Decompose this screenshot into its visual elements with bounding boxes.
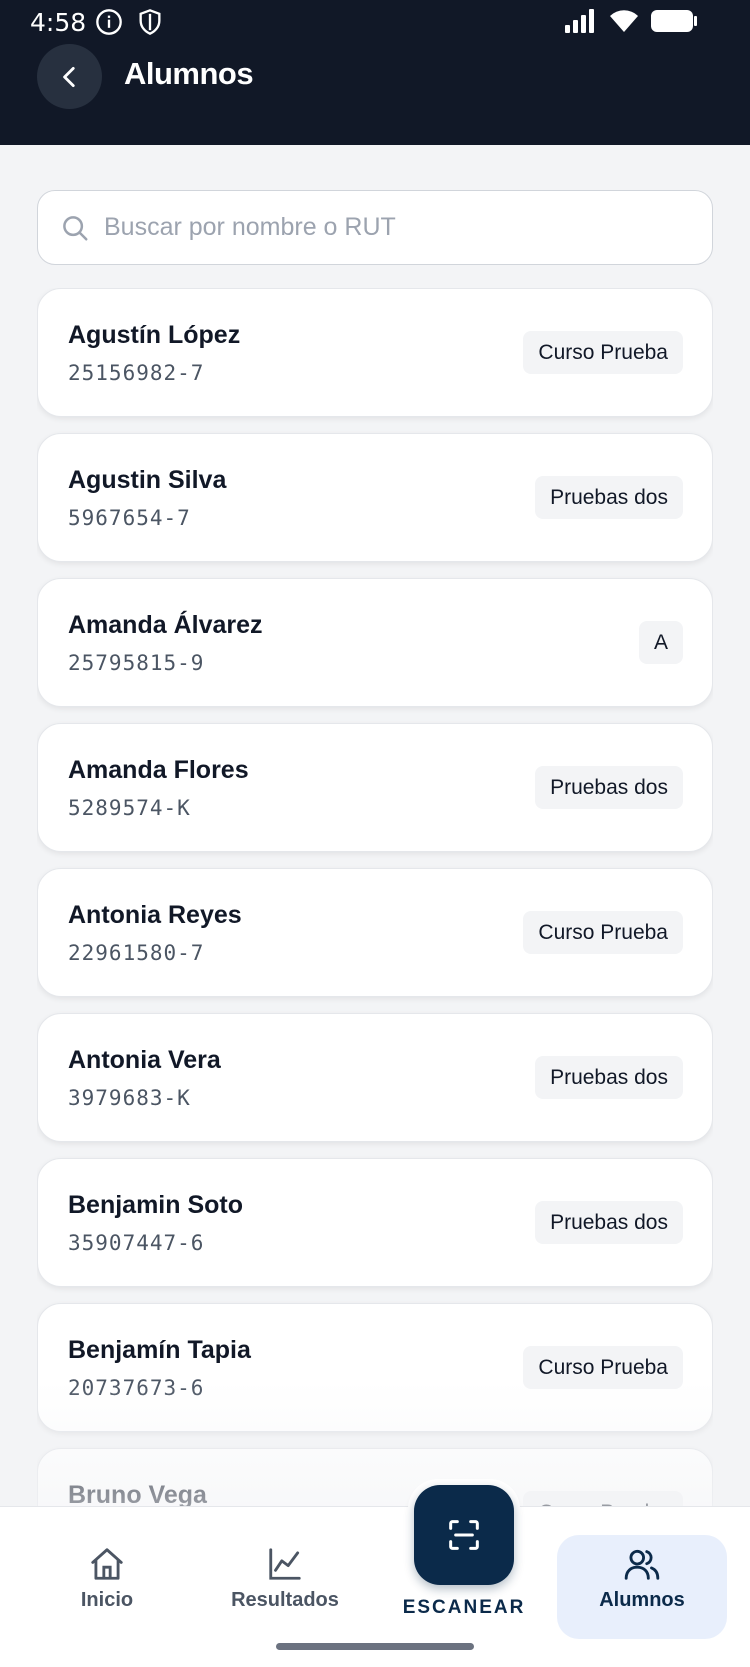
student-card[interactable]: Amanda Álvarez 25795815-9 A (37, 578, 713, 707)
student-name: Amanda Álvarez (68, 611, 263, 639)
student-name: Amanda Flores (68, 756, 249, 784)
student-card[interactable]: Antonia Vera 3979683-K Pruebas dos (37, 1013, 713, 1142)
chevron-left-icon (62, 66, 75, 87)
users-icon (624, 1549, 660, 1580)
course-badge: Pruebas dos (535, 766, 683, 809)
student-card[interactable]: Antonia Reyes 22961580-7 Curso Prueba (37, 868, 713, 997)
scan-label[interactable]: ESCANEAR (384, 1597, 544, 1619)
back-button[interactable] (37, 44, 102, 109)
nav-inicio-label: Inicio (80, 1589, 134, 1611)
nav-alumnos[interactable]: Alumnos (557, 1535, 727, 1639)
student-rut: 5967654-7 (68, 506, 191, 530)
course-badge: Pruebas dos (535, 1201, 683, 1244)
home-icon (91, 1548, 123, 1580)
nav-resultados-label: Resultados (231, 1589, 339, 1611)
nav-inicio[interactable]: Inicio (22, 1535, 192, 1635)
nav-alumnos-label: Alumnos (599, 1589, 685, 1611)
course-badge: Pruebas dos (535, 476, 683, 519)
wifi-icon (610, 10, 638, 32)
shield-icon (139, 9, 161, 35)
home-indicator[interactable] (276, 1643, 474, 1650)
battery-icon (651, 10, 697, 32)
course-badge: Curso Prueba (523, 911, 683, 954)
course-badge: Curso Prueba (523, 331, 683, 374)
scan-button-wrap (408, 1479, 520, 1591)
student-card[interactable]: Agustín López 25156982-7 Curso Prueba (37, 288, 713, 417)
nav-resultados[interactable]: Resultados (200, 1535, 370, 1635)
course-badge: A (638, 621, 683, 664)
student-rut: 25156982-7 (68, 361, 205, 385)
status-time: 4:58 (30, 8, 87, 37)
search-box[interactable] (37, 190, 713, 265)
student-name: Antonia Reyes (68, 901, 242, 929)
student-card[interactable]: Benjamin Soto 35907447-6 Pruebas dos (37, 1158, 713, 1287)
chart-line-icon (269, 1548, 301, 1580)
student-name: Bruno Vega (68, 1481, 207, 1506)
student-rut: 35907447-6 (68, 1231, 205, 1255)
course-badge: Curso Prueba (523, 1346, 683, 1389)
student-name: Benjamín Tapia (68, 1336, 251, 1364)
student-rut: 3979683-K (68, 1086, 191, 1110)
signal-icon (565, 9, 594, 33)
student-card[interactable]: Benjamín Tapia 20737673-6 Curso Prueba (37, 1303, 713, 1432)
info-icon (96, 9, 122, 35)
status-icons (564, 8, 698, 34)
student-rut: 20737673-6 (68, 1376, 205, 1400)
student-name: Antonia Vera (68, 1046, 221, 1074)
search-icon (63, 216, 88, 241)
student-card[interactable]: Bruno Vega Curso Prueba (37, 1448, 713, 1506)
page-title: Alumnos (124, 56, 254, 91)
student-rut: 22961580-7 (68, 941, 205, 965)
student-rut: 25795815-9 (68, 651, 205, 675)
student-name: Agustin Silva (68, 466, 227, 494)
scan-button[interactable] (414, 1485, 514, 1585)
app-header: 4:58 Alumnos (0, 0, 750, 145)
search-input[interactable] (104, 191, 694, 263)
student-name: Agustín López (68, 321, 241, 349)
student-card[interactable]: Amanda Flores 5289574-K Pruebas dos (37, 723, 713, 852)
student-list[interactable]: Agustín López 25156982-7 Curso Prueba Ag… (37, 288, 713, 1506)
student-rut: 5289574-K (68, 796, 191, 820)
course-badge: Curso Prueba (523, 1491, 683, 1506)
scan-icon (449, 1520, 479, 1550)
course-badge: Pruebas dos (535, 1056, 683, 1099)
student-card[interactable]: Agustin Silva 5967654-7 Pruebas dos (37, 433, 713, 562)
student-name: Benjamin Soto (68, 1191, 244, 1219)
